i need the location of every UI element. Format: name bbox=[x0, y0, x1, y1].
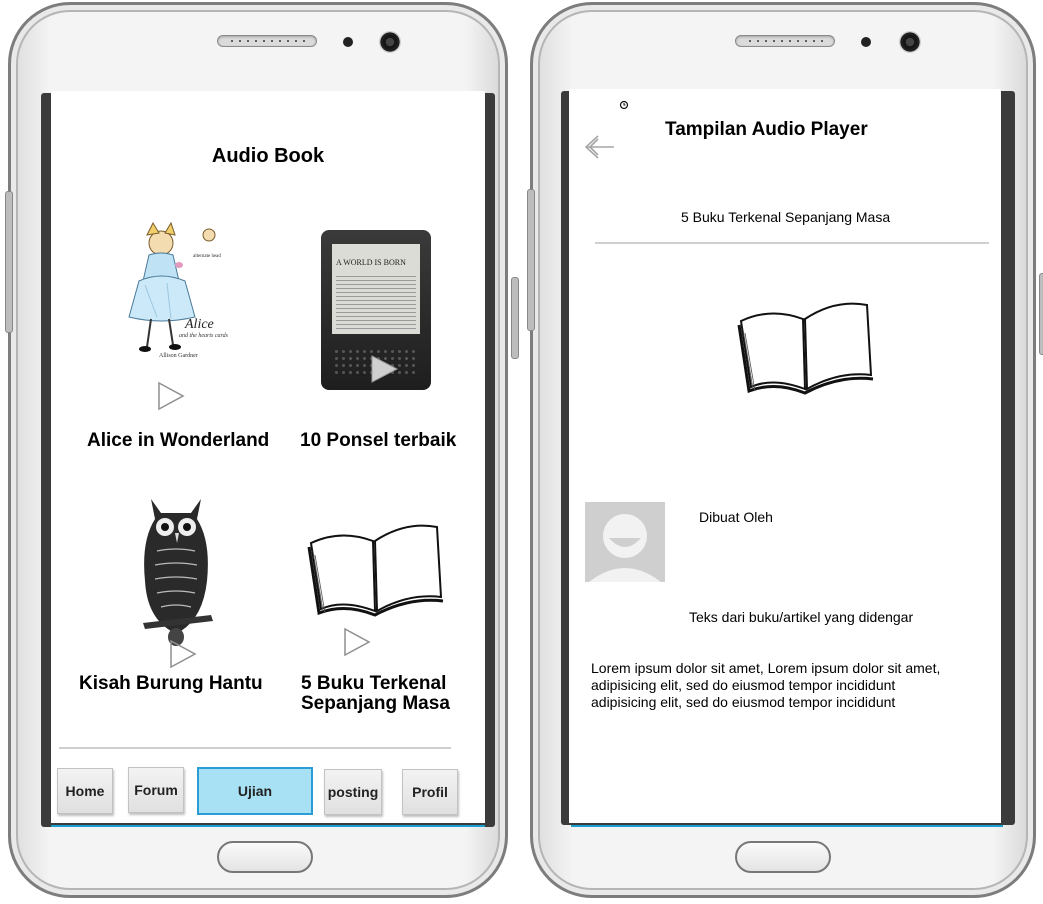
phone-frame-audio-player: Tampilan Audio Player 5 Buku Terkenal Se… bbox=[527, 2, 1043, 898]
nav-profil-button[interactable]: Profil bbox=[402, 769, 458, 815]
alice-cover-tag: alternate head bbox=[193, 254, 221, 259]
play-icon[interactable] bbox=[343, 627, 371, 657]
alice-cover-author: Allison Gardner bbox=[159, 353, 198, 359]
nav-forum-button[interactable]: Forum bbox=[128, 767, 184, 813]
ereader-heading: A WORLD IS BORN bbox=[336, 258, 406, 267]
screen-bottom-accent bbox=[51, 825, 485, 827]
body-text-line: adipisicing elit, sed do eiusmod tempor … bbox=[591, 677, 896, 693]
nav-divider bbox=[59, 747, 451, 749]
play-icon[interactable] bbox=[157, 381, 185, 411]
book-title-line-2: Sepanjang Masa bbox=[301, 693, 450, 714]
book-title: Alice in Wonderland bbox=[87, 430, 270, 451]
open-book-icon bbox=[307, 524, 444, 617]
nav-ujian-button[interactable]: Ujian bbox=[197, 767, 313, 815]
body-text-line: adipisicing elit, sed do eiusmod tempor … bbox=[591, 694, 896, 710]
power-key bbox=[1039, 273, 1043, 355]
audio-book-screen: Audio Book alternate head Alice and the … bbox=[51, 91, 485, 823]
book-card-5-buku[interactable]: 5 Buku Terkenal Sepanjang Masa bbox=[291, 511, 481, 721]
owl-icon bbox=[143, 499, 213, 646]
text-heading: Teks dari buku/artikel yang didengar bbox=[689, 609, 914, 625]
front-camera bbox=[379, 31, 401, 53]
screen-bottom-accent bbox=[571, 825, 1003, 827]
author-label: Dibuat Oleh bbox=[699, 509, 773, 525]
ereader-icon: A WORLD IS BORN bbox=[321, 230, 431, 390]
volume-key bbox=[5, 191, 13, 333]
front-camera bbox=[899, 31, 921, 53]
alice-cover-icon bbox=[128, 221, 216, 352]
back-arrow-icon[interactable] bbox=[583, 133, 617, 161]
book-card-ponsel[interactable]: A WORLD IS BORN 10 Ponsel terbaik bbox=[291, 227, 481, 457]
now-playing-title: 5 Buku Terkenal Sepanjang Masa bbox=[681, 209, 891, 225]
book-title: Kisah Burung Hantu bbox=[79, 673, 263, 694]
phone-home-button[interactable] bbox=[217, 841, 313, 873]
open-book-icon bbox=[737, 302, 874, 395]
proximity-sensor bbox=[861, 37, 871, 47]
page-title: Audio Book bbox=[211, 145, 325, 167]
book-card-alice[interactable]: alternate head Alice and the hearts card… bbox=[67, 221, 277, 461]
play-icon[interactable] bbox=[169, 639, 197, 669]
book-title: 10 Ponsel terbaik bbox=[300, 430, 457, 451]
proximity-sensor bbox=[343, 37, 353, 47]
body-text-line: Lorem ipsum dolor sit amet, Lorem ipsum … bbox=[591, 660, 941, 676]
nav-posting-button[interactable]: posting bbox=[324, 769, 382, 815]
phone-frame-audio-book: Audio Book alternate head Alice and the … bbox=[5, 2, 519, 898]
avatar bbox=[585, 502, 665, 582]
speaker-grill bbox=[735, 35, 835, 47]
audio-player-screen: Tampilan Audio Player 5 Buku Terkenal Se… bbox=[569, 89, 1001, 823]
alice-cover-subtitle: and the hearts cards bbox=[179, 333, 228, 339]
volume-key bbox=[527, 189, 535, 331]
speaker-grill bbox=[217, 35, 317, 47]
power-key bbox=[511, 277, 519, 359]
phone-home-button[interactable] bbox=[735, 841, 831, 873]
ereader-screen: A WORLD IS BORN bbox=[332, 244, 420, 334]
player-title: Tampilan Audio Player bbox=[665, 119, 868, 140]
play-icon[interactable] bbox=[369, 354, 399, 384]
title-divider bbox=[595, 242, 989, 244]
ereader-text-lines bbox=[336, 273, 416, 329]
alice-cover-script: Alice bbox=[185, 317, 214, 332]
book-card-burung-hantu[interactable]: Kisah Burung Hantu bbox=[67, 491, 287, 701]
nav-home-button[interactable]: Home bbox=[57, 768, 113, 814]
book-title-line-1: 5 Buku Terkenal bbox=[301, 673, 447, 694]
user-placeholder-icon bbox=[589, 514, 661, 582]
status-clock-icon bbox=[619, 100, 629, 110]
